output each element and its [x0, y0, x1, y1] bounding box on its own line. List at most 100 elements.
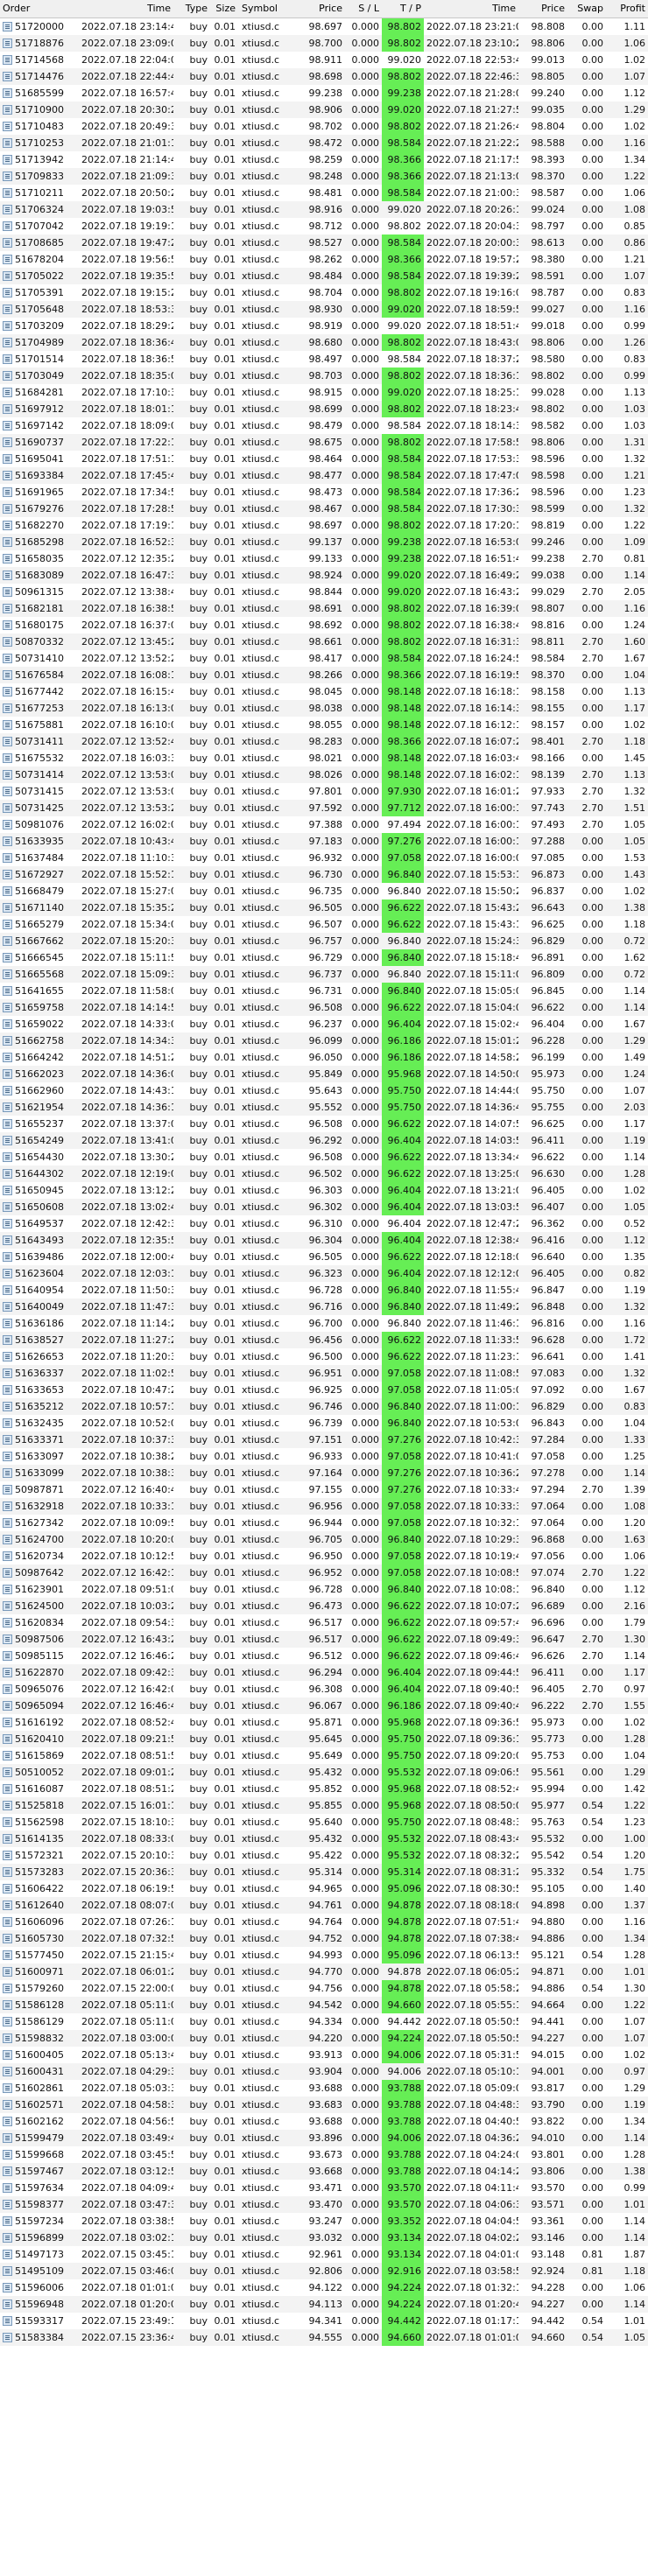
table-row[interactable]: 51633097 2022.07.18 10:38:28 buy 0.01 xtiusd…	[0, 1448, 648, 1465]
table-row[interactable]: 51633099 2022.07.18 10:38:32 buy 0.01 xtiusd…	[0, 1465, 648, 1481]
table-row[interactable]: 51620834 2022.07.18 09:54:34 buy 0.01 xtiusd…	[0, 1614, 648, 1631]
table-row[interactable]: 51616087 2022.07.18 08:51:21 buy 0.01 xtiusd…	[0, 1781, 648, 1797]
table-row[interactable]: 51495109 2022.07.15 03:46:01 buy 0.01 xtiusd…	[0, 2263, 648, 2279]
table-row[interactable]: 51690737 2022.07.18 17:22:16 buy 0.01 xtiusd…	[0, 434, 648, 451]
table-row[interactable]: 50731415 2022.07.12 13:53:05 buy 0.01 xtiusd…	[0, 783, 648, 800]
table-row[interactable]: 51622870 2022.07.18 09:42:32 buy 0.01 xtiusd…	[0, 1664, 648, 1681]
table-row[interactable]: 51606422 2022.07.18 06:19:52 buy 0.01 xtiusd…	[0, 1880, 648, 1897]
table-row[interactable]: 51641655 2022.07.18 11:58:02 buy 0.01 xtiusd…	[0, 983, 648, 999]
table-row[interactable]: 50870332 2022.07.12 13:45:20 buy 0.01 xtiusd…	[0, 634, 648, 650]
table-row[interactable]: 51633371 2022.07.18 10:37:31 buy 0.01 xtiusd…	[0, 1432, 648, 1448]
table-row[interactable]: 51637484 2022.07.18 11:10:34 buy 0.01 xtiusd…	[0, 850, 648, 866]
table-row[interactable]: 51525818 2022.07.15 16:01:11 buy 0.01 xtiusd…	[0, 1797, 648, 1814]
table-row[interactable]: 51596006 2022.07.18 01:01:00 buy 0.01 xtiusd…	[0, 2279, 648, 2296]
table-row[interactable]: 51600431 2022.07.18 04:29:31 buy 0.01 xtiusd…	[0, 2063, 648, 2080]
table-row[interactable]: 51632435 2022.07.18 10:52:05 buy 0.01 xtiusd…	[0, 1415, 648, 1432]
table-row[interactable]: 51662960 2022.07.18 14:43:16 buy 0.01 xtiusd…	[0, 1082, 648, 1099]
table-row[interactable]: 51650945 2022.07.18 13:12:23 buy 0.01 xtiusd…	[0, 1182, 648, 1199]
table-row[interactable]: 51627342 2022.07.18 10:09:50 buy 0.01 xtiusd…	[0, 1515, 648, 1531]
table-row[interactable]: 50731425 2022.07.12 13:53:25 buy 0.01 xtiusd…	[0, 800, 648, 816]
table-row[interactable]: 50731414 2022.07.12 13:53:03 buy 0.01 xtiusd…	[0, 766, 648, 783]
table-row[interactable]: 50987506 2022.07.12 16:43:22 buy 0.01 xtiusd…	[0, 1631, 648, 1648]
table-row[interactable]: 50731410 2022.07.12 13:52:28 buy 0.01 xtiusd…	[0, 650, 648, 667]
table-row[interactable]: 51596948 2022.07.18 01:20:07 buy 0.01 xtiusd…	[0, 2296, 648, 2313]
col-header-order[interactable]: Order	[0, 0, 79, 18]
table-row[interactable]: 51710483 2022.07.18 20:49:36 buy 0.01 xtiusd…	[0, 118, 648, 135]
table-row[interactable]: 51623901 2022.07.18 09:51:07 buy 0.01 xtiusd…	[0, 1581, 648, 1598]
table-row[interactable]: 51626653 2022.07.18 11:20:35 buy 0.01 xtiusd…	[0, 1348, 648, 1365]
table-row[interactable]: 51706324 2022.07.18 19:03:59 buy 0.01 xtiusd…	[0, 201, 648, 218]
table-row[interactable]: 51708685 2022.07.18 19:47:24 buy 0.01 xtiusd…	[0, 234, 648, 251]
table-row[interactable]: 51680175 2022.07.18 16:37:06 buy 0.01 xtiusd…	[0, 617, 648, 634]
table-row[interactable]: 51718876 2022.07.18 23:09:05 buy 0.01 xtiusd…	[0, 35, 648, 52]
table-row[interactable]: 51639486 2022.07.18 12:00:42 buy 0.01 xtiusd…	[0, 1249, 648, 1265]
table-row[interactable]: 51691965 2022.07.18 17:34:52 buy 0.01 xtiusd…	[0, 484, 648, 500]
table-row[interactable]: 51666545 2022.07.18 15:11:53 buy 0.01 xtiusd…	[0, 949, 648, 966]
table-row[interactable]: 51597634 2022.07.18 04:09:49 buy 0.01 xtiusd…	[0, 2180, 648, 2196]
table-row[interactable]: 51633935 2022.07.18 10:43:43 buy 0.01 xtiusd…	[0, 833, 648, 850]
col-header-close-time[interactable]: Time	[424, 0, 518, 18]
table-row[interactable]: 51614135 2022.07.18 08:33:07 buy 0.01 xtiusd…	[0, 1830, 648, 1847]
col-header-swap[interactable]: Swap	[567, 0, 606, 18]
table-row[interactable]: 51620410 2022.07.18 09:21:55 buy 0.01 xtiusd…	[0, 1731, 648, 1747]
table-row[interactable]: 51606096 2022.07.18 07:26:19 buy 0.01 xtiusd…	[0, 1914, 648, 1930]
table-row[interactable]: 50510052 2022.07.18 09:01:25 buy 0.01 xtiusd…	[0, 1764, 648, 1781]
table-row[interactable]: 51650608 2022.07.18 13:02:41 buy 0.01 xtiusd…	[0, 1199, 648, 1215]
table-row[interactable]: 50987642 2022.07.12 16:42:19 buy 0.01 xtiusd…	[0, 1564, 648, 1581]
table-row[interactable]: 51649537 2022.07.18 12:42:33 buy 0.01 xtiusd…	[0, 1215, 648, 1232]
table-row[interactable]: 50961315 2022.07.12 13:38:49 buy 0.01 xtiusd…	[0, 584, 648, 600]
table-row[interactable]: 51605730 2022.07.18 07:32:53 buy 0.01 xtiusd…	[0, 1930, 648, 1947]
table-row[interactable]: 51600405 2022.07.18 05:13:44 buy 0.01 xtiusd…	[0, 2047, 648, 2063]
col-header-close-price[interactable]: Price	[518, 0, 567, 18]
col-header-type[interactable]: Type	[173, 0, 210, 18]
table-row[interactable]: 51616192 2022.07.18 08:52:44 buy 0.01 xtiusd…	[0, 1714, 648, 1731]
table-row[interactable]: 51665279 2022.07.18 15:34:04 buy 0.01 xtiusd…	[0, 916, 648, 933]
table-row[interactable]: 51640049 2022.07.18 11:47:38 buy 0.01 xtiusd…	[0, 1298, 648, 1315]
table-row[interactable]: 51586128 2022.07.18 05:11:06 buy 0.01 xtiusd…	[0, 1997, 648, 2013]
table-row[interactable]: 51599668 2022.07.18 03:45:52 buy 0.01 xtiusd…	[0, 2146, 648, 2163]
table-row[interactable]: 51703049 2022.07.18 18:35:00 buy 0.01 xtiusd…	[0, 368, 648, 384]
table-row[interactable]: 51659758 2022.07.18 14:14:50 buy 0.01 xtiusd…	[0, 999, 648, 1016]
table-row[interactable]: 51684281 2022.07.18 17:10:38 buy 0.01 xtiusd…	[0, 384, 648, 401]
table-row[interactable]: 51704989 2022.07.18 18:36:49 buy 0.01 xtiusd…	[0, 334, 648, 351]
table-row[interactable]: 51667662 2022.07.18 15:20:34 buy 0.01 xtiusd…	[0, 933, 648, 949]
table-row[interactable]: 51497173 2022.07.15 03:45:15 buy 0.01 xtiusd…	[0, 2246, 648, 2263]
table-row[interactable]: 51665568 2022.07.18 15:09:39 buy 0.01 xtiusd…	[0, 966, 648, 983]
table-row[interactable]: 51705648 2022.07.18 18:53:38 buy 0.01 xtiusd…	[0, 301, 648, 318]
table-row[interactable]: 51662758 2022.07.18 14:34:32 buy 0.01 xtiusd…	[0, 1032, 648, 1049]
table-row[interactable]: 51671140 2022.07.18 15:35:26 buy 0.01 xtiusd…	[0, 900, 648, 916]
table-row[interactable]: 51621954 2022.07.18 14:36:12 buy 0.01 xtiusd…	[0, 1099, 648, 1116]
table-row[interactable]: 51623604 2022.07.18 12:03:15 buy 0.01 xtiusd…	[0, 1265, 648, 1282]
table-row[interactable]: 51679276 2022.07.18 17:28:54 buy 0.01 xtiusd…	[0, 500, 648, 517]
table-row[interactable]: 51675532 2022.07.18 16:03:36 buy 0.01 xtiusd…	[0, 750, 648, 766]
table-row[interactable]: 50987871 2022.07.12 16:40:41 buy 0.01 xtiusd…	[0, 1481, 648, 1498]
col-header-price[interactable]: Price	[296, 0, 345, 18]
table-row[interactable]: 51638527 2022.07.18 11:27:29 buy 0.01 xtiusd…	[0, 1332, 648, 1348]
col-header-profit[interactable]: Profit	[606, 0, 648, 18]
table-row[interactable]: 51677442 2022.07.18 16:15:47 buy 0.01 xtiusd…	[0, 683, 648, 700]
table-row[interactable]: 51697912 2022.07.18 18:01:16 buy 0.01 xtiusd…	[0, 401, 648, 417]
table-row[interactable]: 51658035 2022.07.12 12:35:20 buy 0.01 xtiusd…	[0, 550, 648, 567]
table-row[interactable]: 51644302 2022.07.18 12:19:07 buy 0.01 xtiusd…	[0, 1166, 648, 1182]
table-row[interactable]: 51577450 2022.07.15 21:15:49 buy 0.01 xtiusd…	[0, 1947, 648, 1964]
table-row[interactable]: 51710211 2022.07.18 20:50:27 buy 0.01 xtiusd…	[0, 185, 648, 201]
table-row[interactable]: 50965076 2022.07.12 16:42:03 buy 0.01 xtiusd…	[0, 1681, 648, 1698]
table-row[interactable]: 51675881 2022.07.18 16:10:00 buy 0.01 xtiusd…	[0, 717, 648, 733]
table-row[interactable]: 51709833 2022.07.18 21:09:33 buy 0.01 xtiusd…	[0, 168, 648, 185]
table-row[interactable]: 51636337 2022.07.18 11:02:53 buy 0.01 xtiusd…	[0, 1365, 648, 1382]
table-row[interactable]: 51599479 2022.07.18 03:49:44 buy 0.01 xtiusd…	[0, 2130, 648, 2146]
table-row[interactable]: 51710900 2022.07.18 20:30:29 buy 0.01 xtiusd…	[0, 102, 648, 118]
table-row[interactable]: 51602571 2022.07.18 04:58:38 buy 0.01 xtiusd…	[0, 2096, 648, 2113]
table-row[interactable]: 51602861 2022.07.18 05:03:30 buy 0.01 xtiusd…	[0, 2080, 648, 2096]
table-row[interactable]: 51713942 2022.07.18 21:14:47 buy 0.01 xtiusd…	[0, 151, 648, 168]
table-row[interactable]: 51685298 2022.07.18 16:52:39 buy 0.01 xtiusd…	[0, 534, 648, 550]
table-row[interactable]: 51714568 2022.07.18 22:04:07 buy 0.01 xtiusd…	[0, 52, 648, 68]
table-row[interactable]: 51572321 2022.07.15 20:10:32 buy 0.01 xtiusd…	[0, 1847, 648, 1864]
table-row[interactable]: 51598377 2022.07.18 03:47:30 buy 0.01 xtiusd…	[0, 2196, 648, 2213]
table-row[interactable]: 51701514 2022.07.18 18:36:58 buy 0.01 xtiusd…	[0, 351, 648, 368]
col-header-size[interactable]: Size	[210, 0, 238, 18]
table-row[interactable]: 51562598 2022.07.15 18:10:33 buy 0.01 xtiusd…	[0, 1814, 648, 1830]
table-row[interactable]: 51635212 2022.07.18 10:57:11 buy 0.01 xtiusd…	[0, 1398, 648, 1415]
table-row[interactable]: 51695041 2022.07.18 17:51:19 buy 0.01 xtiusd…	[0, 451, 648, 467]
table-row[interactable]: 51654430 2022.07.18 13:30:21 buy 0.01 xtiusd…	[0, 1149, 648, 1166]
